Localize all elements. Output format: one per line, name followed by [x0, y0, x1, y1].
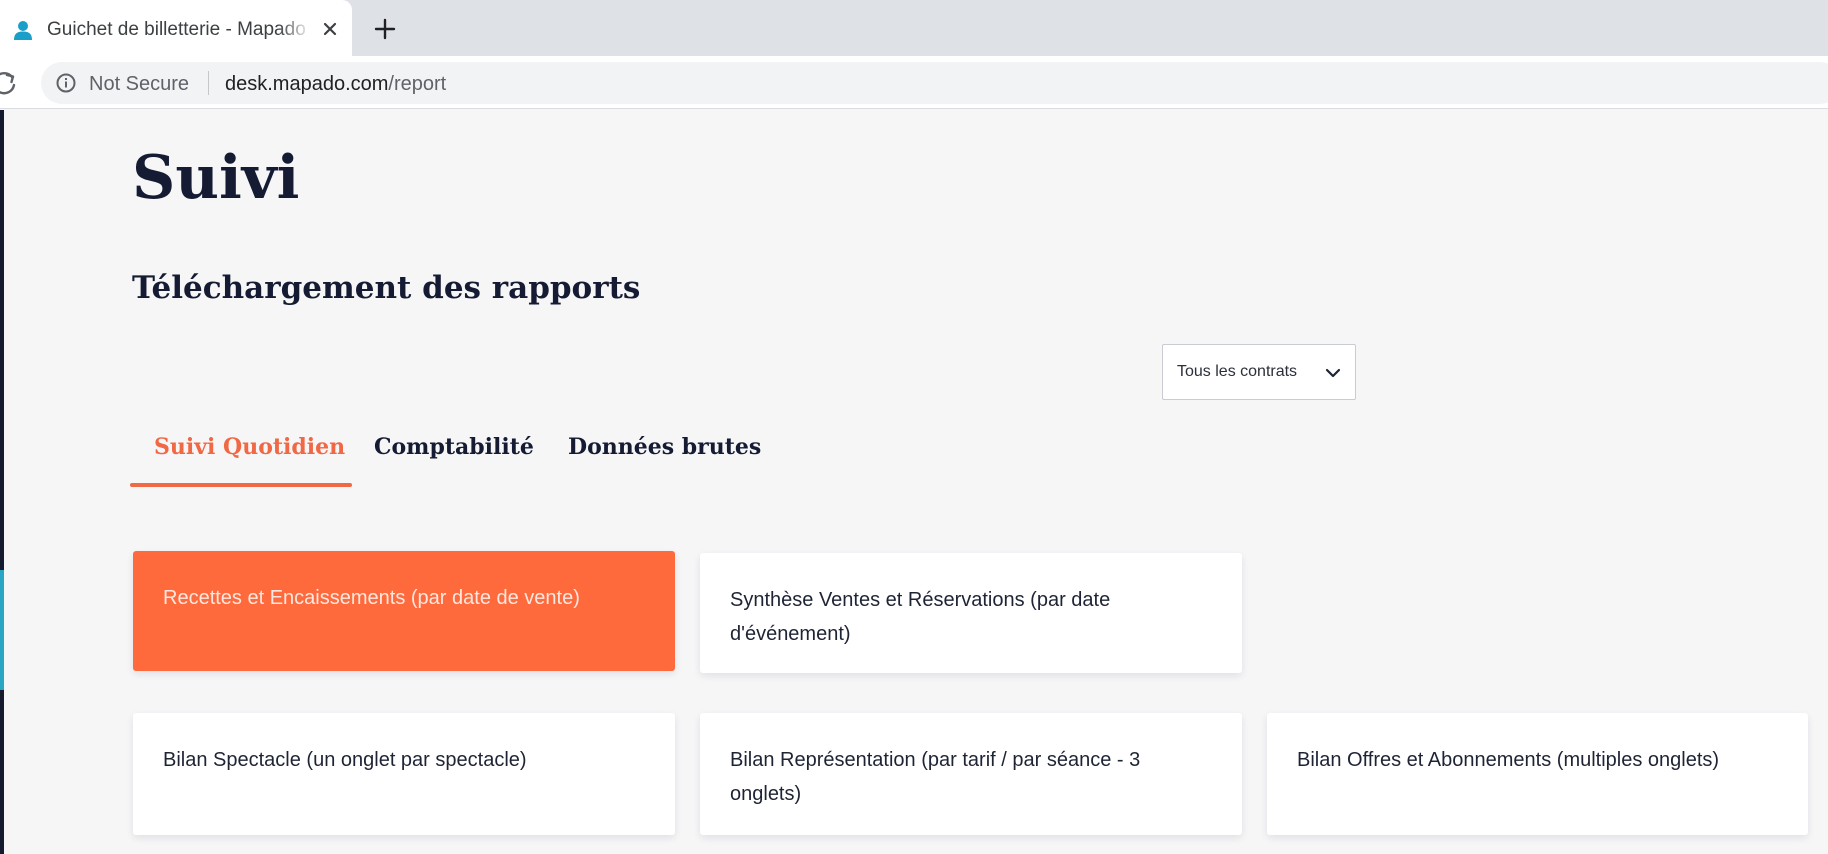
contract-filter-dropdown[interactable]: Tous les contrats	[1162, 344, 1356, 400]
report-card-bilan-spectacle[interactable]: Bilan Spectacle (un onglet par spectacle…	[133, 713, 675, 835]
active-tab-underline	[130, 483, 352, 487]
app-sidebar-edge	[0, 110, 4, 854]
tab-comptabilite[interactable]: Comptabilité	[374, 432, 534, 462]
url-text: desk.mapado.com/report	[225, 72, 446, 96]
report-card-label: Bilan Spectacle (un onglet par spectacle…	[163, 749, 527, 771]
url-host: desk.mapado.com	[225, 73, 389, 95]
browser-toolbar: Not Secure desk.mapado.com/report	[0, 56, 1828, 109]
report-card-synthese[interactable]: Synthèse Ventes et Réservations (par dat…	[700, 553, 1242, 673]
section-title: Téléchargement des rapports	[132, 270, 641, 306]
user-icon	[14, 21, 32, 40]
info-icon[interactable]	[55, 72, 77, 94]
page-title: Suivi	[132, 143, 300, 213]
report-card-recettes[interactable]: Recettes et Encaissements (par date de v…	[133, 551, 675, 671]
address-bar[interactable]: Not Secure desk.mapado.com/report	[41, 62, 1828, 104]
reload-icon[interactable]	[0, 69, 18, 97]
url-path: /report	[388, 73, 447, 95]
report-card-label: Bilan Offres et Abonnements (multiples o…	[1297, 749, 1720, 771]
tab-donnees-brutes[interactable]: Données brutes	[568, 432, 761, 462]
browser-tab[interactable]: Guichet de billetterie - Mapado	[0, 0, 352, 56]
close-icon[interactable]	[317, 16, 343, 42]
browser-tab-strip: Guichet de billetterie - Mapado	[0, 0, 1828, 56]
plus-icon[interactable]	[372, 16, 398, 42]
report-card-bilan-offres[interactable]: Bilan Offres et Abonnements (multiples o…	[1267, 713, 1808, 835]
report-card-label: Synthèse Ventes et Réservations (par dat…	[730, 589, 1111, 645]
security-label: Not Secure	[89, 73, 190, 95]
report-card-label: Bilan Représentation (par tarif / par sé…	[730, 749, 1141, 805]
address-divider	[208, 71, 209, 95]
report-tabs: Suivi Quotidien Comptabilité Données bru…	[130, 420, 770, 492]
chevron-down-icon	[1325, 368, 1341, 378]
tab-title: Guichet de billetterie - Mapado	[47, 19, 306, 40]
report-card-label: Recettes et Encaissements (par date de v…	[163, 587, 580, 609]
contract-filter-value: Tous les contrats	[1177, 363, 1298, 380]
report-card-bilan-representation[interactable]: Bilan Représentation (par tarif / par sé…	[700, 713, 1242, 835]
tab-suivi-quotidien[interactable]: Suivi Quotidien	[154, 432, 345, 462]
sidebar-active-indicator	[0, 570, 4, 690]
